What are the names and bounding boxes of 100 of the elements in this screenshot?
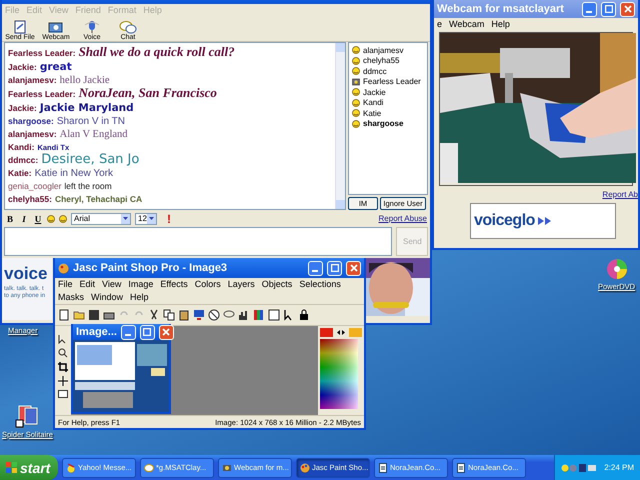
italic-button[interactable]: I: [19, 214, 29, 224]
maximize-button[interactable]: [601, 2, 616, 16]
message-text: Desiree, San Jo: [41, 152, 140, 167]
new-file-icon[interactable]: [58, 309, 70, 321]
menu-item[interactable]: Colors: [194, 278, 221, 291]
ad-banner[interactable]: voiceglo: [470, 203, 616, 239]
emoticon-icon: [47, 214, 55, 222]
palette-icon: [300, 462, 310, 472]
minimize-button[interactable]: [582, 2, 597, 16]
close-icon: [162, 328, 170, 336]
histogram-icon[interactable]: [238, 309, 250, 321]
maximize-button[interactable]: [140, 324, 155, 340]
menu-item[interactable]: Image: [128, 278, 154, 291]
minimize-button[interactable]: [308, 260, 323, 276]
scrollbar[interactable]: [335, 43, 345, 209]
document-icon: [456, 462, 466, 472]
foreground-color-swatch[interactable]: [320, 328, 333, 337]
sender-name: Jackie:: [8, 62, 37, 72]
crop-tool-icon[interactable]: [58, 362, 68, 372]
message-text: Alan V England: [60, 129, 128, 140]
underline-button[interactable]: U: [33, 214, 43, 224]
copy-icon[interactable]: [163, 309, 175, 321]
menu-item[interactable]: Layers: [228, 278, 255, 291]
windows-flag-icon: [6, 462, 17, 473]
user-name[interactable]: Kandi: [363, 98, 384, 108]
webcam-icon: [47, 20, 65, 34]
smiley-icon: [352, 109, 360, 118]
menu-item[interactable]: Edit: [80, 278, 96, 291]
color-spectrum[interactable]: [320, 339, 358, 409]
minimize-button[interactable]: [120, 324, 136, 340]
lock-icon[interactable]: [298, 309, 310, 321]
save-icon[interactable]: [88, 309, 100, 321]
message-text: Sharon V in TN: [56, 116, 126, 127]
close-icon: [624, 5, 632, 13]
color-bars-icon[interactable]: [253, 309, 265, 321]
rectangle-tool-icon[interactable]: [58, 390, 68, 398]
report-abuse-link[interactable]: Report Abuse: [378, 214, 427, 223]
user-name[interactable]: alanjamesv: [363, 46, 404, 55]
message-input[interactable]: [4, 227, 392, 256]
magnifier-icon[interactable]: [58, 348, 68, 358]
ad-logo: voiceglo: [474, 212, 535, 230]
sender-name: Jackie:: [8, 103, 37, 113]
menu-item[interactable]: Webcam: [449, 18, 484, 30]
open-folder-icon[interactable]: [73, 309, 85, 321]
menu-item[interactable]: Help: [130, 291, 149, 304]
scissors-icon[interactable]: [148, 309, 160, 321]
user-name[interactable]: ddmcc: [363, 66, 387, 76]
close-button[interactable]: [346, 260, 361, 276]
size-dropdown[interactable]: 12: [135, 212, 157, 224]
menu-item[interactable]: Window: [91, 291, 124, 304]
message-text: great: [40, 61, 72, 73]
user-name[interactable]: shargoose: [363, 119, 404, 128]
webcam-icon: [352, 78, 360, 86]
user-name[interactable]: Katie: [363, 108, 382, 118]
user-name[interactable]: Jackie: [363, 88, 386, 97]
monitor-icon[interactable]: [193, 309, 205, 321]
buzz-button[interactable]: !: [167, 212, 171, 226]
smiley-icon: [352, 88, 360, 96]
menu-item[interactable]: File: [58, 278, 73, 291]
window-icon[interactable]: [268, 309, 280, 321]
font-dropdown[interactable]: Arial: [71, 212, 131, 224]
paste-icon[interactable]: [178, 309, 190, 321]
smiley-icon: [352, 56, 360, 65]
swap-arrows-icon[interactable]: [337, 330, 345, 335]
message-text: Shall we do a quick roll call?: [78, 44, 235, 59]
caret-icon: [149, 217, 154, 220]
sender-name: alanjamesv:: [8, 75, 57, 85]
report-abuse-link[interactable]: Report Ab: [602, 190, 638, 199]
background-color-swatch[interactable]: [349, 328, 362, 337]
user-name[interactable]: chelyha55: [363, 56, 400, 66]
microphone-icon: [83, 20, 101, 34]
message-text: NoraJean, San Francisco: [78, 85, 217, 100]
menu-item[interactable]: Objects: [262, 278, 292, 291]
chat-bubbles-icon: [144, 462, 154, 472]
maximize-button[interactable]: [327, 260, 342, 276]
maximize-icon: [143, 328, 152, 336]
message-text: Jackie Maryland: [40, 102, 134, 114]
tray-icons[interactable]: [561, 462, 598, 472]
menu-item[interactable]: e: [437, 18, 442, 30]
palette-icon: [58, 262, 69, 274]
close-button[interactable]: [620, 2, 635, 16]
sender-name: Katie:: [8, 168, 32, 178]
smiley-icon: [66, 462, 76, 472]
window-title: Jasc Paint Shop Pro - Image3: [73, 262, 228, 274]
move-tool-icon[interactable]: [58, 376, 68, 386]
menu-item[interactable]: Help: [491, 18, 510, 30]
no-entry-icon[interactable]: [208, 309, 220, 321]
sender-name: Kandi:: [8, 142, 34, 152]
smiley-icon: [352, 46, 360, 54]
message-text: hello Jackie: [60, 75, 110, 86]
bold-button[interactable]: B: [5, 214, 15, 224]
close-button[interactable]: [158, 324, 174, 340]
user-name[interactable]: Fearless Leader: [363, 77, 421, 86]
sender-name: genia_coogler: [8, 181, 62, 191]
menu-item[interactable]: Masks: [58, 291, 84, 304]
menu-item[interactable]: Effects: [160, 278, 188, 291]
menu-item[interactable]: View: [102, 278, 122, 291]
message-text: Cheryl, Tehachapi CA: [54, 194, 142, 204]
menu-item[interactable]: Selections: [299, 278, 341, 291]
start-button[interactable]: start: [0, 455, 58, 480]
